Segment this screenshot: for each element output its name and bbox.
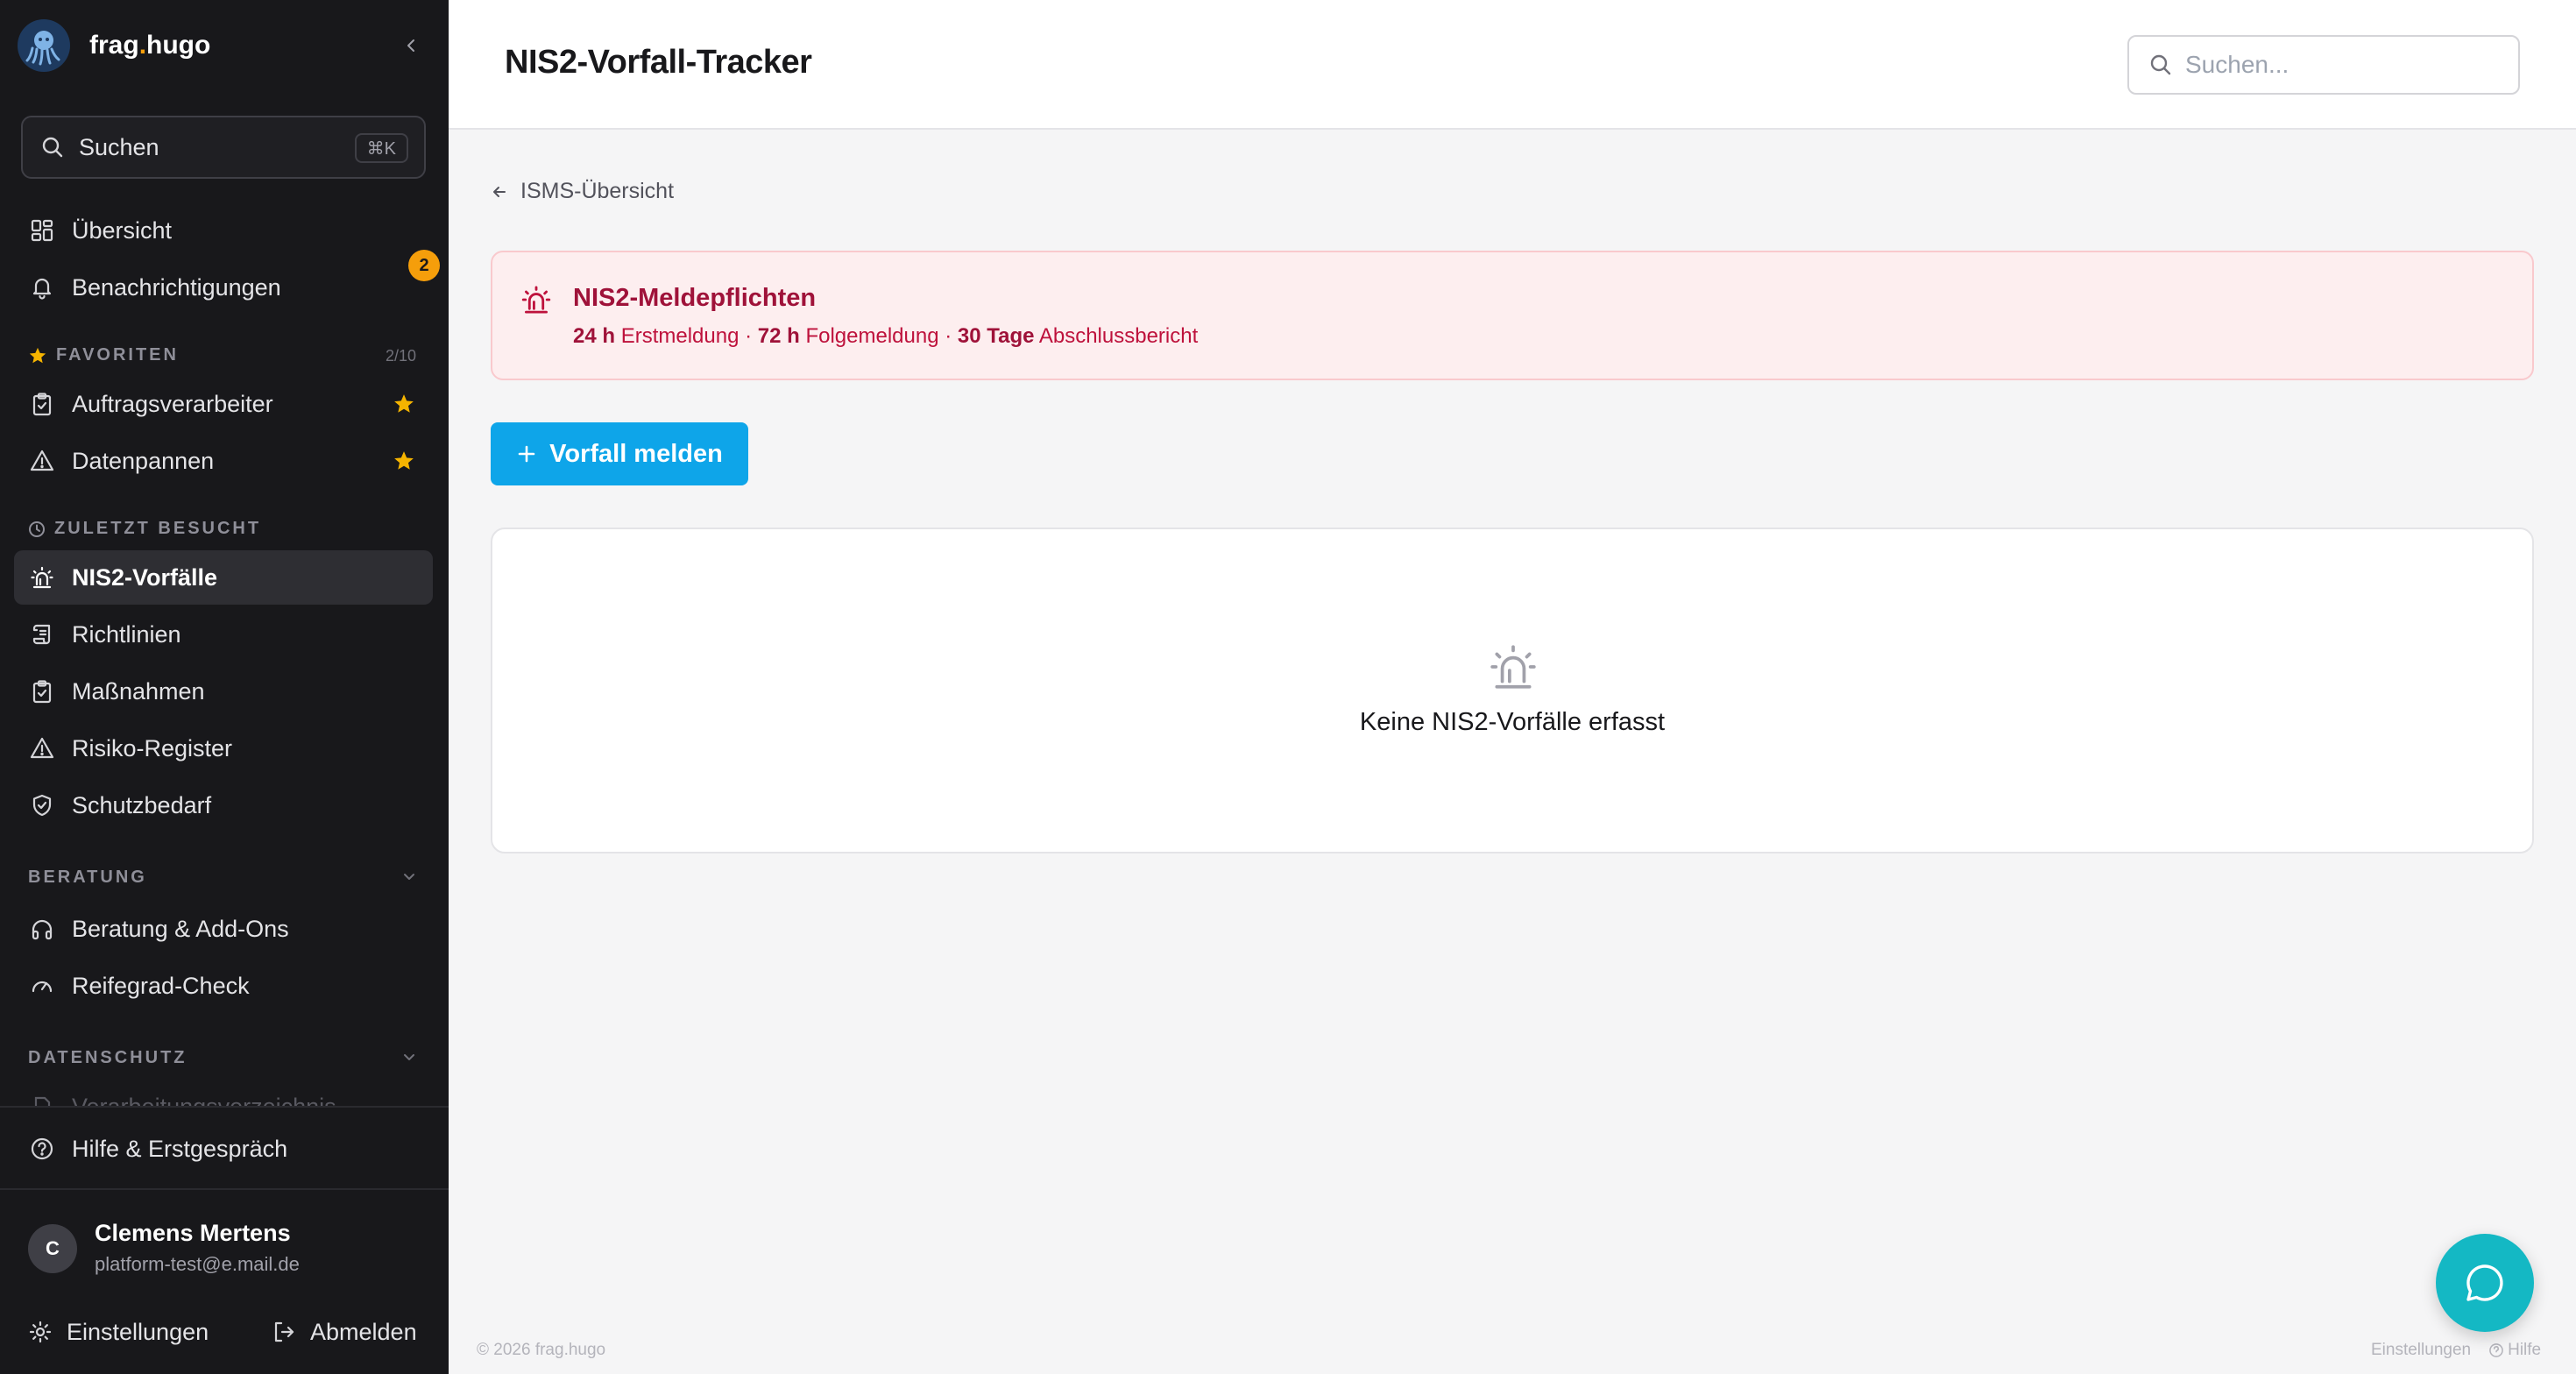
siren-icon <box>521 286 551 314</box>
logout-label: Abmelden <box>310 1318 417 1345</box>
chevron-down-icon[interactable] <box>398 866 421 889</box>
sidebar-item-schutzbedarf[interactable]: Schutzbedarf <box>14 778 433 832</box>
chevron-left-icon <box>407 39 414 52</box>
footer-settings-link[interactable]: Einstellungen <box>2371 1341 2471 1360</box>
warning-triangle-icon <box>28 734 56 762</box>
sidebar-search-label: Suchen <box>79 133 159 160</box>
sidebar-item-label: Benachrichtigungen <box>72 273 281 301</box>
brand-name: frag.hugo <box>89 31 211 60</box>
sidebar-item-label: Risiko-Register <box>72 734 233 761</box>
favorite-star-icon[interactable] <box>393 450 415 472</box>
star-icon <box>29 347 46 363</box>
chat-bubble-icon <box>2466 1264 2503 1301</box>
plus-icon <box>518 445 535 463</box>
favorites-section-label: FAVORITEN <box>28 345 179 365</box>
warning-triangle-icon <box>28 447 56 475</box>
search-icon <box>2150 54 2171 75</box>
sidebar-search-button[interactable]: Suchen ⌘K <box>21 116 426 179</box>
headphones-icon <box>28 915 56 943</box>
sidebar-item-overview[interactable]: Übersicht <box>14 203 433 258</box>
help-circle-icon <box>28 1135 56 1163</box>
footer-copyright: © 2026 frag.hugo <box>477 1341 606 1359</box>
sidebar-item-help[interactable]: Hilfe & Erstgespräch <box>14 1122 433 1176</box>
sidebar-item-richtlinien[interactable]: Richtlinien <box>14 607 433 662</box>
siren-icon <box>1490 645 1536 689</box>
favorite-star-icon[interactable] <box>393 393 415 415</box>
chat-button[interactable] <box>2436 1234 2534 1332</box>
empty-state-text: Keine NIS2-Vorfälle erfasst <box>1359 708 1666 736</box>
sidebar-item-verarbeitungsverzeichnis[interactable]: Verarbeitungsverzeichnis <box>14 1080 433 1108</box>
logout-icon <box>274 1321 294 1342</box>
search-shortcut: ⌘K <box>354 133 408 163</box>
sidebar-item-risiko-register[interactable]: Risiko-Register <box>14 721 433 776</box>
breadcrumb-back-link[interactable]: ISMS-Übersicht <box>491 179 674 204</box>
sidebar-item-nis2-vorfaelle[interactable]: NIS2-Vorfälle <box>14 550 433 605</box>
alert-description: 24 h Erstmeldung · 72 h Folgemeldung · 3… <box>573 324 1199 348</box>
sidebar: frag.hugo Suchen ⌘K Übersicht Benachrich… <box>0 0 449 1374</box>
nis2-obligations-alert: NIS2-Meldepflichten 24 h Erstmeldung · 7… <box>491 251 2534 380</box>
clipboard-check-icon <box>28 677 56 705</box>
gauge-icon <box>28 972 56 1000</box>
sidebar-item-label: Übersicht <box>72 216 173 244</box>
page-title: NIS2-Vorfall-Tracker <box>505 44 812 81</box>
arrow-left-icon <box>493 186 506 197</box>
sidebar-divider <box>0 1188 449 1190</box>
footer-help-link[interactable]: Hilfe <box>2508 1341 2541 1360</box>
recent-section-label: ZULETZT BESUCHT <box>28 519 261 539</box>
incidents-empty-state: Keine NIS2-Vorfälle erfasst <box>491 528 2534 853</box>
avatar[interactable]: C <box>28 1224 77 1273</box>
favorites-count: 2/10 <box>386 347 417 365</box>
clipboard-check-icon <box>28 390 56 418</box>
help-circle-icon <box>2489 1343 2503 1357</box>
report-incident-label: Vorfall melden <box>549 439 723 468</box>
notification-count-badge: 2 <box>408 250 440 281</box>
footer-links: Einstellungen Hilfe <box>2371 1341 2541 1360</box>
search-icon <box>42 137 63 158</box>
sidebar-item-datenpannen[interactable]: Datenpannen <box>14 434 433 488</box>
user-name: Clemens Mertens <box>95 1220 291 1246</box>
alert-title: NIS2-Meldepflichten <box>573 284 817 312</box>
sidebar-item-label: Hilfe & Erstgespräch <box>72 1135 288 1162</box>
gear-icon <box>29 1321 52 1343</box>
clock-icon <box>29 521 45 537</box>
settings-label: Einstellungen <box>67 1318 209 1345</box>
bell-icon <box>28 273 56 301</box>
search-input[interactable] <box>2185 51 2501 79</box>
sidebar-item-label: Auftragsverarbeiter <box>72 390 273 417</box>
sidebar-item-label: Reifegrad-Check <box>72 972 250 999</box>
shield-check-icon <box>28 791 56 819</box>
scroll-icon <box>28 620 56 648</box>
sidebar-item-label: Richtlinien <box>72 620 181 648</box>
sidebar-divider <box>0 1106 449 1108</box>
logout-link[interactable]: Abmelden <box>272 1314 417 1349</box>
octopus-logo-icon <box>18 19 70 72</box>
sidebar-item-reifegrad-check[interactable]: Reifegrad-Check <box>14 959 433 1013</box>
beratung-section-label[interactable]: BERATUNG <box>28 868 147 888</box>
sidebar-item-beratung-addons[interactable]: Beratung & Add-Ons <box>14 902 433 956</box>
brand[interactable]: frag.hugo <box>18 19 210 72</box>
sidebar-item-label: Beratung & Add-Ons <box>72 915 289 942</box>
sidebar-item-label: Datenpannen <box>72 447 215 474</box>
sidebar-item-notifications[interactable]: Benachrichtigungen <box>14 260 433 315</box>
sidebar-item-auftragsverarbeiter[interactable]: Auftragsverarbeiter <box>14 377 433 431</box>
sidebar-item-label: Maßnahmen <box>72 677 205 705</box>
collapse-sidebar-button[interactable] <box>400 33 424 58</box>
user-email: platform-test@e.mail.de <box>95 1253 300 1275</box>
sidebar-item-label: Schutzbedarf <box>72 791 212 818</box>
grid-icon <box>28 216 56 244</box>
datenschutz-section-label[interactable]: DATENSCHUTZ <box>28 1048 188 1068</box>
breadcrumb-label: ISMS-Übersicht <box>520 179 675 203</box>
chevron-down-icon[interactable] <box>398 1046 421 1069</box>
sidebar-item-massnahmen[interactable]: Maßnahmen <box>14 664 433 719</box>
report-incident-button[interactable]: Vorfall melden <box>491 422 748 485</box>
siren-icon <box>28 563 56 591</box>
sidebar-item-label: NIS2-Vorfälle <box>72 563 218 591</box>
settings-link[interactable]: Einstellungen <box>28 1314 209 1349</box>
header-search[interactable] <box>2127 35 2520 95</box>
top-header: NIS2-Vorfall-Tracker <box>449 0 2576 130</box>
